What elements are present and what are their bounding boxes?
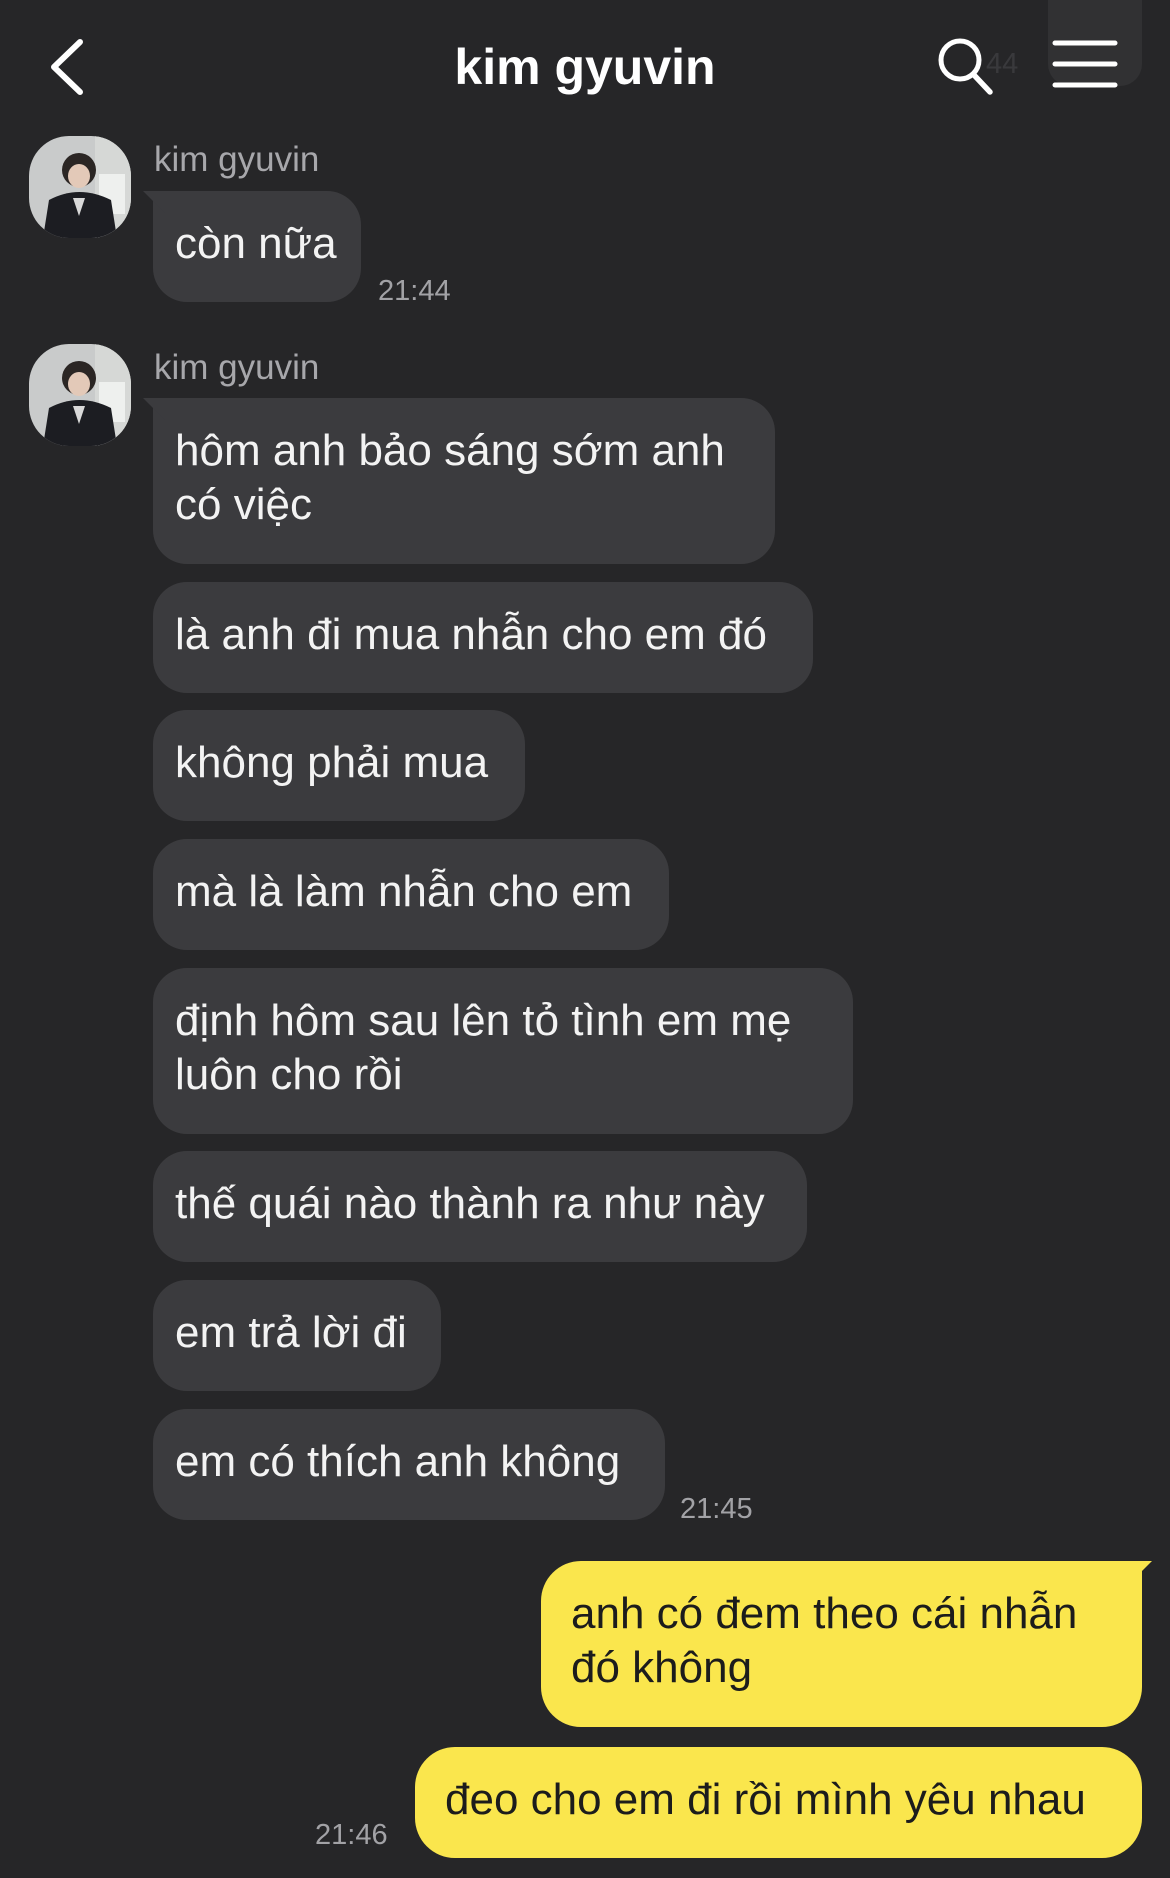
message-bubble[interactable]: còn nữa bbox=[153, 191, 361, 302]
sent-message-bubble[interactable]: anh có đem theo cái nhẫn đó không bbox=[541, 1561, 1142, 1727]
sender-name: kim gyuvin bbox=[154, 140, 320, 179]
search-button[interactable] bbox=[936, 36, 994, 96]
chat-title: kim gyuvin bbox=[454, 39, 716, 95]
hamburger-menu-icon bbox=[1052, 40, 1118, 88]
sent-message-bubble[interactable]: đeo cho em đi rồi mình yêu nhau bbox=[415, 1747, 1142, 1858]
profile-photo bbox=[29, 136, 131, 238]
profile-photo bbox=[29, 344, 131, 446]
avatar[interactable] bbox=[29, 136, 131, 238]
message-timestamp: 21:46 bbox=[315, 1819, 388, 1851]
avatar[interactable] bbox=[29, 344, 131, 446]
message-bubble[interactable]: mà là làm nhẫn cho em bbox=[153, 839, 669, 950]
message-bubble[interactable]: không phải mua bbox=[153, 710, 525, 821]
message-bubble[interactable]: em trả lời đi bbox=[153, 1280, 441, 1391]
search-icon bbox=[938, 38, 993, 95]
chat-header: 44 kim gyuvin bbox=[0, 0, 1170, 130]
message-bubble[interactable]: định hôm sau lên tỏ tình em mẹ luôn cho … bbox=[153, 968, 853, 1134]
menu-button[interactable] bbox=[1052, 38, 1118, 90]
message-bubble[interactable]: hôm anh bảo sáng sớm anh có việc bbox=[153, 398, 775, 564]
message-timestamp: 21:44 bbox=[378, 275, 451, 307]
message-bubble[interactable]: thế quái nào thành ra như này bbox=[153, 1151, 807, 1262]
message-timestamp: 21:45 bbox=[680, 1493, 753, 1525]
message-bubble[interactable]: em có thích anh không bbox=[153, 1409, 665, 1520]
sender-name: kim gyuvin bbox=[154, 348, 320, 387]
message-bubble[interactable]: là anh đi mua nhẫn cho em đó bbox=[153, 582, 813, 693]
